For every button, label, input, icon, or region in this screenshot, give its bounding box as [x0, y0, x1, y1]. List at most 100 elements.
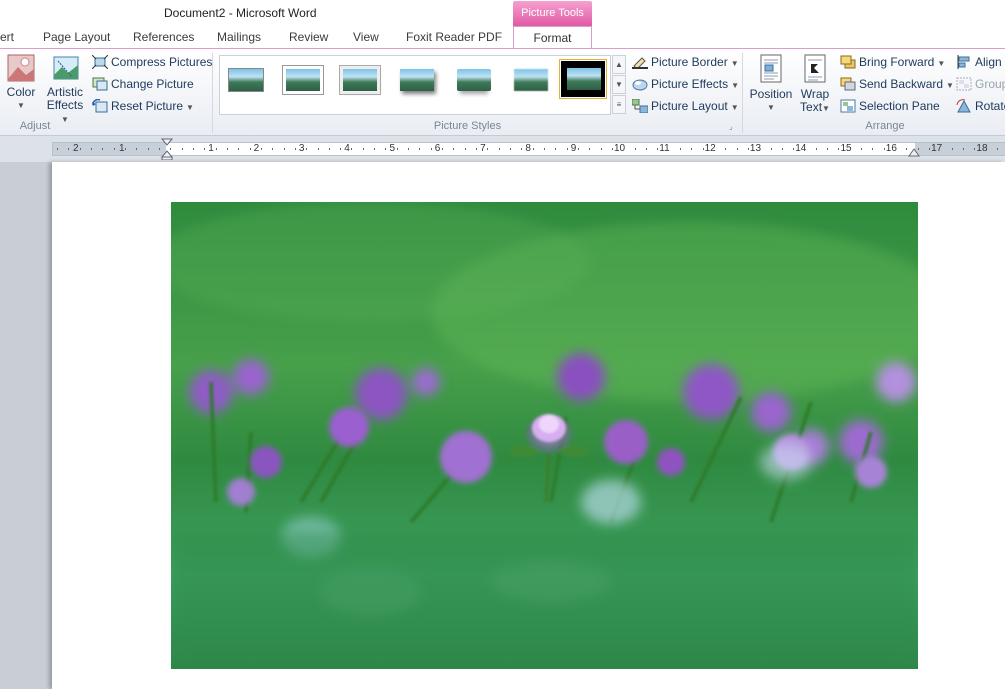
arrange-group-label: Arrange — [865, 120, 905, 132]
tab-references[interactable]: References — [133, 30, 194, 44]
align-button[interactable]: Align — [956, 55, 1002, 73]
ruler-tick — [385, 148, 387, 150]
wrap-text-icon — [804, 54, 826, 83]
bring-forward-button[interactable]: Bring Forward ▼ — [840, 55, 945, 73]
ruler-label: 2 — [253, 143, 260, 154]
tab-mailings[interactable]: Mailings — [217, 30, 261, 44]
ruler-label: 14 — [795, 143, 807, 154]
ruler-tick — [691, 148, 693, 150]
ruler-label: 2 — [73, 143, 79, 154]
ruler-tick — [125, 148, 126, 150]
ruler-tick — [702, 148, 704, 150]
change-picture-label: Change Picture — [111, 77, 194, 91]
ruler-area: 2 1 1 2 3 4 5 6 7 8 9 10 11 12 13 14 15 16 17 18 — [0, 136, 1005, 162]
picture-style-thumb[interactable] — [282, 65, 324, 95]
gallery-up-button[interactable]: ▲ — [612, 55, 626, 74]
compress-label: Compress Pictures — [111, 55, 213, 69]
change-picture-button[interactable]: Change Picture — [92, 77, 194, 95]
selection-pane-button[interactable]: Selection Pane — [840, 99, 940, 117]
ruler-tick — [577, 148, 579, 150]
picture-effects-icon — [632, 79, 648, 91]
group-icon — [956, 77, 972, 91]
ruler-label: 9 — [570, 143, 577, 154]
horizontal-ruler[interactable]: 2 1 1 2 3 4 5 6 7 8 9 10 11 12 13 14 15 16 17 18 — [52, 142, 1005, 156]
selection-pane-icon — [840, 99, 856, 113]
ruler-tick — [408, 148, 410, 150]
picture-layout-button[interactable]: Picture Layout ▼ — [632, 99, 739, 117]
wrap-text-button[interactable]: Wrap Text▼ — [796, 53, 834, 115]
ruler-label: 1 — [208, 143, 214, 154]
ruler-tick — [136, 148, 138, 150]
picture-style-thumb-selected[interactable] — [559, 59, 607, 99]
ruler-tick — [997, 148, 998, 150]
rotate-icon — [956, 99, 971, 113]
ruler-tick — [430, 148, 432, 150]
artistic-effects-icon — [53, 56, 79, 80]
position-label: Position — [749, 87, 793, 101]
ribbon-tabs: ert Page Layout References Mailings Revi… — [0, 26, 1005, 49]
picture-border-button[interactable]: Picture Border ▼ — [632, 55, 739, 73]
ruler-tick — [249, 148, 251, 150]
picture-style-thumb[interactable] — [225, 65, 267, 95]
gallery-down-button[interactable]: ▼ — [612, 75, 626, 94]
group-divider — [212, 53, 213, 133]
ruler-margin-left — [53, 143, 166, 155]
ruler-tick — [340, 148, 342, 150]
picture-border-icon — [632, 57, 648, 69]
compress-pictures-button[interactable]: Compress Pictures — [92, 55, 212, 73]
ruler-label: 3 — [298, 143, 305, 154]
ruler-tick — [974, 148, 976, 150]
reset-picture-button[interactable]: Reset Picture ▼ — [92, 99, 194, 117]
rotate-label: Rotate — [975, 99, 1005, 113]
ruler-tick — [521, 148, 523, 150]
ruler-tick — [476, 148, 477, 150]
right-indent-marker[interactable] — [908, 146, 920, 158]
picture-style-thumb[interactable] — [339, 65, 381, 95]
picture-style-thumb[interactable] — [510, 65, 552, 95]
ruler-tick — [283, 148, 285, 150]
gallery-scroll: ▲ ▼ ≡ — [612, 55, 626, 115]
ruler-label: 13 — [749, 143, 762, 154]
gallery-more-button[interactable]: ≡ — [612, 95, 626, 114]
artistic-label-2: Effects — [46, 98, 84, 112]
ruler-tick — [79, 148, 81, 150]
ruler-tick — [827, 148, 829, 150]
ruler-tick — [929, 148, 930, 150]
ruler-tick — [487, 148, 489, 150]
chevron-down-icon: ▼ — [731, 81, 740, 90]
chevron-down-icon: ▼ — [730, 59, 739, 68]
ruler-tick — [453, 148, 455, 150]
selection-pane-label: Selection Pane — [859, 99, 940, 113]
picture-styles-gallery — [219, 55, 611, 115]
tab-insert[interactable]: ert — [0, 30, 14, 44]
tab-page-layout[interactable]: Page Layout — [43, 30, 110, 44]
picture-layout-label: Picture Layout — [651, 99, 728, 113]
ruler-tick — [215, 148, 217, 150]
group-button[interactable]: Group — [956, 77, 1005, 95]
ruler-tick — [781, 148, 783, 150]
ruler-tick — [68, 148, 70, 150]
dialog-launcher-icon[interactable]: ⌟ — [729, 122, 733, 131]
ruler-tick — [306, 148, 308, 150]
ruler-tick — [815, 148, 817, 150]
tab-format[interactable]: Format — [513, 26, 592, 49]
inserted-picture[interactable] — [171, 202, 918, 669]
clover-flowers-photo — [171, 202, 918, 669]
picture-style-thumb[interactable] — [396, 65, 438, 95]
document-page[interactable] — [52, 162, 1005, 689]
rotate-button[interactable]: Rotate — [956, 99, 1005, 117]
position-button[interactable]: Position ▼ — [748, 53, 794, 114]
tab-view[interactable]: View — [353, 30, 379, 44]
picture-style-thumb[interactable] — [453, 65, 495, 95]
picture-effects-button[interactable]: Picture Effects ▼ — [632, 77, 739, 95]
ruler-label: 8 — [525, 143, 531, 154]
ruler-label: 6 — [434, 143, 441, 154]
ruler-tick — [951, 148, 953, 150]
artistic-effects-button[interactable]: Artistic Effects ▼ — [42, 53, 88, 126]
tab-foxit-reader-pdf[interactable]: Foxit Reader PDF — [406, 30, 502, 44]
ruler-tick — [838, 148, 840, 150]
first-line-indent-marker[interactable] — [161, 138, 173, 160]
tab-review[interactable]: Review — [289, 30, 328, 44]
send-backward-button[interactable]: Send Backward ▼ — [840, 77, 954, 95]
color-button[interactable]: Color ▼ — [4, 53, 38, 112]
